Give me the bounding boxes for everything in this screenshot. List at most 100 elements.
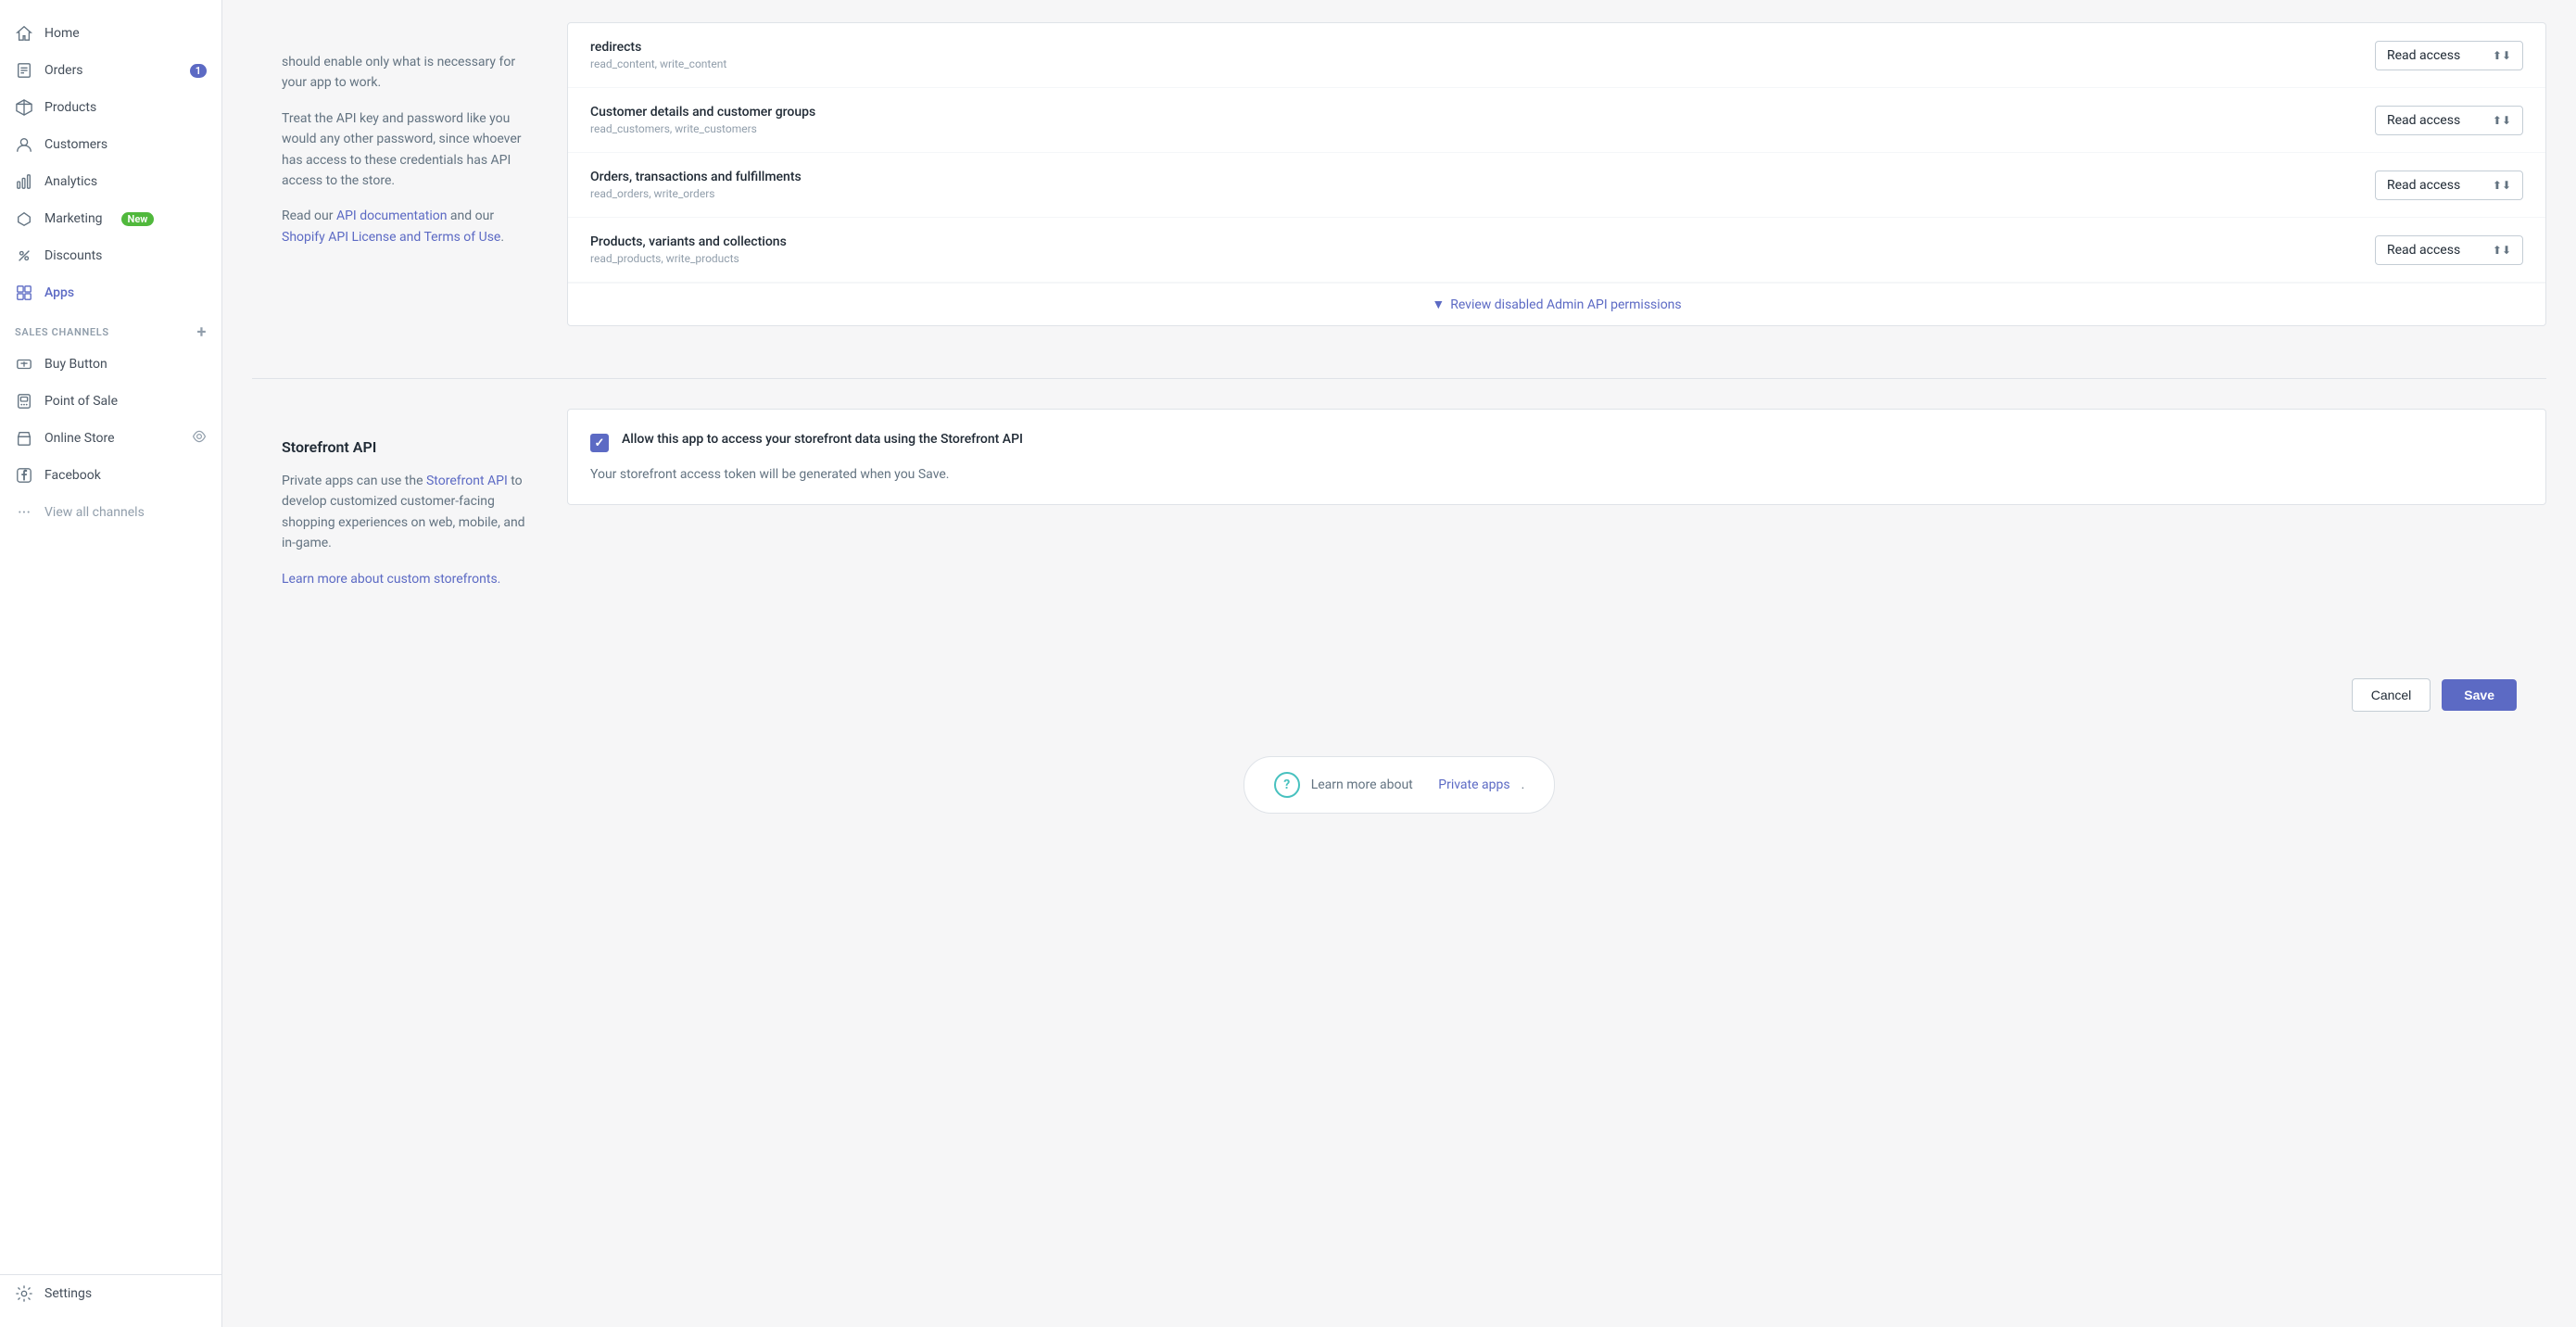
admin-api-right: redirects read_content, write_content Re… bbox=[567, 22, 2546, 348]
sidebar-item-facebook-label: Facebook bbox=[44, 468, 101, 483]
orders-badge: 1 bbox=[190, 64, 207, 78]
info-box-text-after: . bbox=[1522, 777, 1525, 792]
sidebar-item-home-label: Home bbox=[44, 26, 80, 41]
sidebar-item-online-store-label: Online Store bbox=[44, 431, 115, 446]
sidebar-item-products[interactable]: Products bbox=[0, 89, 221, 126]
admin-api-left: should enable only what is necessary for… bbox=[252, 22, 567, 292]
sidebar: Home Orders 1 Products Customers A bbox=[0, 0, 222, 1327]
sidebar-nav: Home Orders 1 Products Customers A bbox=[0, 15, 221, 1274]
customers-access-select[interactable]: Read access ⬆⬇ bbox=[2375, 106, 2523, 135]
facebook-icon bbox=[15, 466, 33, 485]
orders-icon bbox=[15, 61, 33, 80]
sidebar-item-apps-label: Apps bbox=[44, 285, 74, 300]
products-subtitle: read_products, write_products bbox=[590, 252, 787, 265]
redirects-title: redirects bbox=[590, 40, 726, 55]
sidebar-item-analytics-label: Analytics bbox=[44, 174, 97, 189]
settings-icon bbox=[15, 1284, 33, 1303]
admin-api-desc-3: Read our API documentation and our Shopi… bbox=[282, 206, 537, 247]
settings-label: Settings bbox=[44, 1286, 92, 1301]
checkbox-checkmark: ✓ bbox=[595, 436, 605, 450]
customers-title: Customer details and customer groups bbox=[590, 105, 815, 120]
sidebar-item-pos[interactable]: Point of Sale bbox=[0, 383, 221, 420]
products-title: Products, variants and collections bbox=[590, 234, 787, 249]
products-select-arrow: ⬆⬇ bbox=[2493, 244, 2511, 257]
sidebar-item-orders[interactable]: Orders 1 bbox=[0, 52, 221, 89]
license-link[interactable]: Shopify API License and Terms of Use bbox=[282, 230, 500, 245]
sidebar-item-marketing[interactable]: Marketing New bbox=[0, 200, 221, 237]
storefront-token-note: Your storefront access token will be gen… bbox=[590, 467, 2523, 482]
products-access-select[interactable]: Read access ⬆⬇ bbox=[2375, 235, 2523, 265]
cancel-button[interactable]: Cancel bbox=[2352, 678, 2431, 712]
analytics-icon bbox=[15, 172, 33, 191]
sidebar-item-analytics[interactable]: Analytics bbox=[0, 163, 221, 200]
customers-access-value: Read access bbox=[2387, 113, 2460, 128]
apps-icon bbox=[15, 284, 33, 302]
learn-more-link[interactable]: Learn more about custom storefronts. bbox=[282, 572, 500, 587]
orders-subtitle: read_orders, write_orders bbox=[590, 187, 802, 200]
orders-info: Orders, transactions and fulfillments re… bbox=[590, 170, 802, 200]
storefront-api-desc: Private apps can use the Storefront API … bbox=[282, 471, 537, 554]
save-button[interactable]: Save bbox=[2442, 679, 2517, 711]
sidebar-item-buy-button[interactable]: Buy Button bbox=[0, 346, 221, 383]
orders-select-arrow: ⬆⬇ bbox=[2493, 179, 2511, 192]
info-icon: ? bbox=[1274, 772, 1300, 798]
sidebar-item-pos-label: Point of Sale bbox=[44, 394, 118, 409]
storefront-learn-more: Learn more about custom storefronts. bbox=[282, 569, 537, 589]
storefront-checkbox-label: Allow this app to access your storefront… bbox=[622, 432, 1023, 447]
main-content: should enable only what is necessary for… bbox=[222, 0, 2576, 1327]
action-bar: Cancel Save bbox=[252, 656, 2546, 741]
view-all-channels[interactable]: ··· View all channels bbox=[0, 494, 221, 531]
marketing-new-badge: New bbox=[121, 212, 155, 226]
info-box: ? Learn more about Private apps. bbox=[1244, 756, 1556, 814]
customers-select-arrow: ⬆⬇ bbox=[2493, 114, 2511, 127]
customers-info: Customer details and customer groups rea… bbox=[590, 105, 815, 135]
sidebar-item-discounts[interactable]: Discounts bbox=[0, 237, 221, 274]
pos-icon bbox=[15, 392, 33, 411]
review-link-text: Review disabled Admin API permissions bbox=[1450, 297, 1681, 312]
orders-access-select[interactable]: Read access ⬆⬇ bbox=[2375, 171, 2523, 200]
orders-access-value: Read access bbox=[2387, 178, 2460, 193]
permissions-card: redirects read_content, write_content Re… bbox=[567, 22, 2546, 326]
storefront-api-link[interactable]: Storefront API bbox=[426, 474, 508, 488]
settings-item[interactable]: Settings bbox=[15, 1284, 207, 1303]
redirects-access-value: Read access bbox=[2387, 48, 2460, 63]
customers-icon bbox=[15, 135, 33, 154]
storefront-checkbox[interactable]: ✓ bbox=[590, 434, 609, 452]
api-doc-link[interactable]: API documentation bbox=[336, 209, 448, 223]
customers-subtitle: read_customers, write_customers bbox=[590, 122, 815, 135]
review-disabled-link[interactable]: ▼ Review disabled Admin API permissions bbox=[568, 283, 2545, 325]
home-icon bbox=[15, 24, 33, 43]
storefront-api-left: Storefront API Private apps can use the … bbox=[252, 409, 567, 634]
sidebar-item-customers[interactable]: Customers bbox=[0, 126, 221, 163]
storefront-api-title: Storefront API bbox=[282, 438, 537, 456]
add-sales-channel-icon[interactable]: + bbox=[196, 322, 207, 342]
storefront-api-right: ✓ Allow this app to access your storefro… bbox=[567, 409, 2546, 505]
sidebar-item-online-store[interactable]: Online Store bbox=[0, 420, 221, 457]
discounts-icon bbox=[15, 246, 33, 265]
admin-api-desc-1: should enable only what is necessary for… bbox=[282, 52, 537, 94]
review-arrow-icon: ▼ bbox=[1432, 297, 1445, 312]
permission-row-customers: Customer details and customer groups rea… bbox=[568, 88, 2545, 153]
settings-nav-item[interactable]: Settings bbox=[0, 1274, 221, 1312]
eye-icon bbox=[192, 429, 207, 448]
permission-row-products: Products, variants and collections read_… bbox=[568, 218, 2545, 283]
sidebar-item-facebook[interactable]: Facebook bbox=[0, 457, 221, 494]
sidebar-item-apps[interactable]: Apps bbox=[0, 274, 221, 311]
more-icon: ··· bbox=[15, 503, 33, 522]
redirects-subtitle: read_content, write_content bbox=[590, 57, 726, 70]
permission-row-redirects: redirects read_content, write_content Re… bbox=[568, 23, 2545, 88]
sidebar-item-buy-button-label: Buy Button bbox=[44, 357, 107, 372]
sales-channels-header: SALES CHANNELS + bbox=[0, 311, 221, 346]
orders-title: Orders, transactions and fulfillments bbox=[590, 170, 802, 184]
sidebar-item-orders-label: Orders bbox=[44, 63, 83, 78]
sidebar-item-discounts-label: Discounts bbox=[44, 248, 102, 263]
storefront-api-section: Storefront API Private apps can use the … bbox=[252, 379, 2546, 634]
private-apps-link[interactable]: Private apps bbox=[1438, 777, 1509, 792]
sidebar-item-home[interactable]: Home bbox=[0, 15, 221, 52]
storefront-card: ✓ Allow this app to access your storefro… bbox=[567, 409, 2546, 505]
buy-button-icon bbox=[15, 355, 33, 373]
permission-row-orders: Orders, transactions and fulfillments re… bbox=[568, 153, 2545, 218]
redirects-info: redirects read_content, write_content bbox=[590, 40, 726, 70]
redirects-access-select[interactable]: Read access ⬆⬇ bbox=[2375, 41, 2523, 70]
sidebar-item-customers-label: Customers bbox=[44, 137, 107, 152]
